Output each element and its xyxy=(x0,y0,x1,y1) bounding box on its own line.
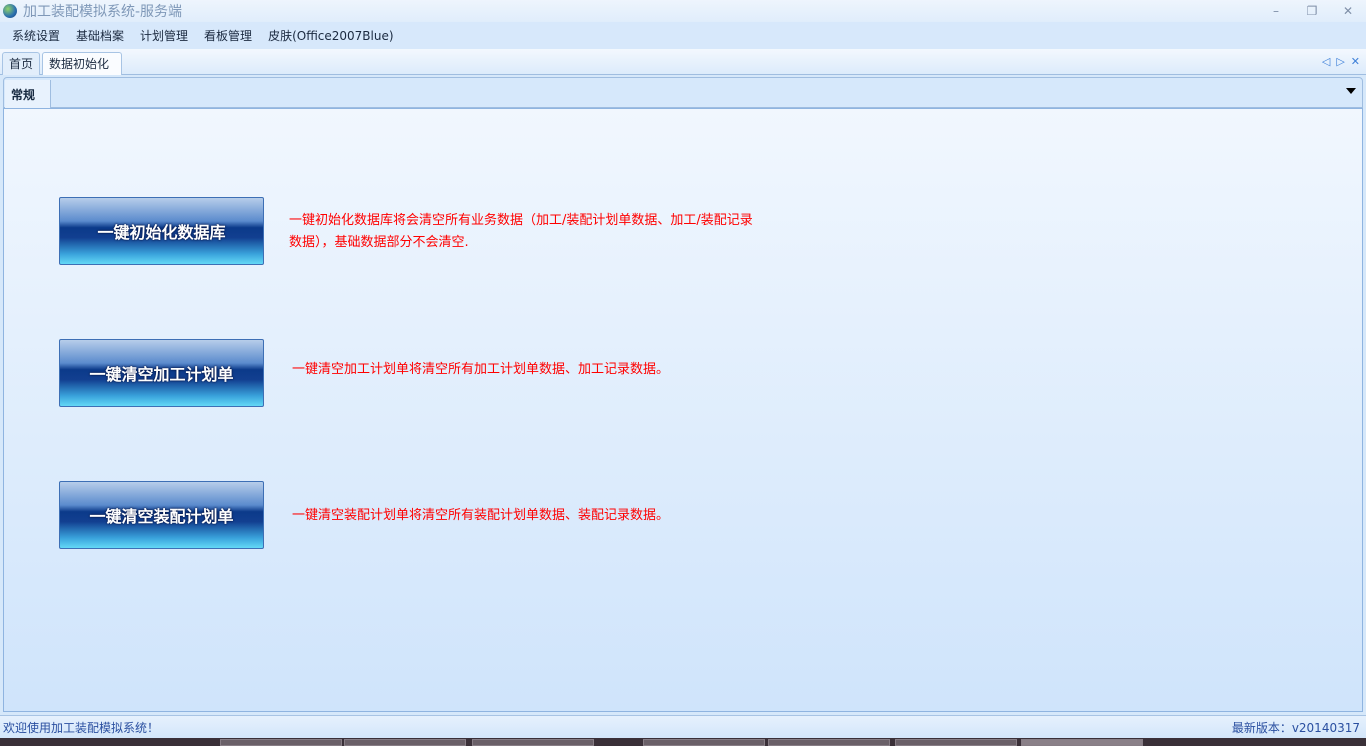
clear-assembly-plan-button[interactable]: 一键清空装配计划单 xyxy=(59,481,264,549)
welcome-text: 欢迎使用加工装配模拟系统！ xyxy=(3,720,160,735)
window-title: 加工装配模拟系统-服务端 xyxy=(23,4,183,20)
menu-bar: 系统设置 基础档案 计划管理 看板管理 皮肤(Office2007Blue) xyxy=(0,22,1366,49)
restore-button[interactable]: ❐ xyxy=(1294,0,1330,22)
tab-data-init[interactable]: 数据初始化 xyxy=(42,52,123,75)
tab-next-icon[interactable]: ▷ xyxy=(1336,55,1344,68)
init-database-desc: 一键初始化数据库将会清空所有业务数据（加工/装配计划单数据、加工/装配记录数据）… xyxy=(289,213,753,250)
version-text: 最新版本：v20140317 xyxy=(1231,720,1360,735)
menu-system-settings[interactable]: 系统设置 xyxy=(4,27,68,44)
taskbar-item[interactable] xyxy=(1021,739,1143,746)
taskbar xyxy=(0,738,1366,746)
tab-close-icon[interactable]: ✕ xyxy=(1351,55,1360,68)
title-bar: 加工装配模拟系统-服务端 – ❐ ✕ xyxy=(0,0,1366,22)
clear-assembly-plan-desc: 一键清空装配计划单将清空所有装配计划单数据、装配记录数据。 xyxy=(292,508,670,523)
close-button[interactable]: ✕ xyxy=(1330,0,1366,22)
init-database-button[interactable]: 一键初始化数据库 xyxy=(59,197,264,265)
taskbar-item[interactable] xyxy=(344,739,466,746)
chevron-down-icon[interactable] xyxy=(1346,88,1356,94)
tab-home[interactable]: 首页 xyxy=(2,52,41,75)
menu-skin[interactable]: 皮肤(Office2007Blue) xyxy=(260,27,402,44)
taskbar-item[interactable] xyxy=(220,739,342,746)
clear-machining-plan-desc: 一键清空加工计划单将清空所有加工计划单数据、加工记录数据。 xyxy=(292,362,670,377)
inner-tab-bar: 常规 xyxy=(3,77,1363,108)
taskbar-item[interactable] xyxy=(895,739,1017,746)
tab-general[interactable]: 常规 xyxy=(5,80,51,108)
status-bar: 欢迎使用加工装配模拟系统！ 最新版本：v20140317 xyxy=(0,715,1366,738)
menu-basic-files[interactable]: 基础档案 xyxy=(68,27,132,44)
minimize-button[interactable]: – xyxy=(1258,0,1294,22)
taskbar-item[interactable] xyxy=(768,739,890,746)
tab-prev-icon[interactable]: ◁ xyxy=(1322,55,1330,68)
document-tabs: 首页 数据初始化 ◁ ▷ ✕ xyxy=(0,49,1366,75)
content-panel: 一键初始化数据库 一键初始化数据库将会清空所有业务数据（加工/装配计划单数据、加… xyxy=(3,108,1363,712)
taskbar-item[interactable] xyxy=(643,739,765,746)
app-globe-icon xyxy=(3,4,17,18)
clear-machining-plan-button[interactable]: 一键清空加工计划单 xyxy=(59,339,264,407)
menu-plan-management[interactable]: 计划管理 xyxy=(132,27,196,44)
taskbar-item[interactable] xyxy=(472,739,594,746)
menu-board-management[interactable]: 看板管理 xyxy=(196,27,260,44)
